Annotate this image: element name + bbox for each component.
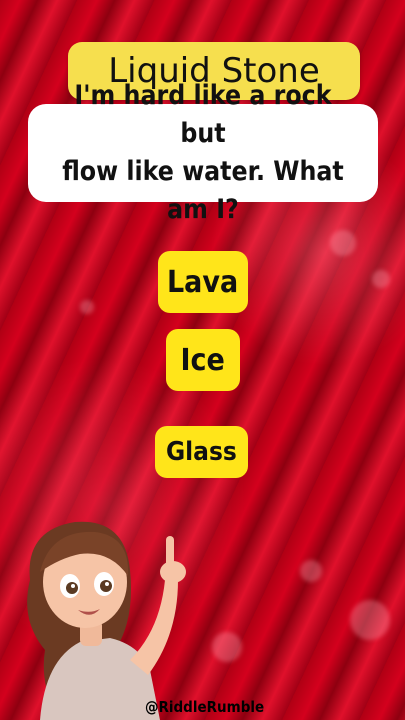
bokeh-light bbox=[330, 230, 356, 256]
answer-option-label: Glass bbox=[166, 437, 237, 467]
answer-option-lava[interactable]: Lava bbox=[158, 251, 248, 313]
answer-option-ice[interactable]: Ice bbox=[166, 329, 240, 391]
channel-watermark: @RiddleRumble bbox=[145, 698, 265, 716]
bokeh-light bbox=[300, 560, 322, 582]
bokeh-light bbox=[80, 300, 94, 314]
girl-character-illustration bbox=[27, 521, 186, 720]
question-card: I'm hard like a rock but flow like water… bbox=[28, 80, 378, 225]
answer-option-label: Lava bbox=[167, 264, 239, 300]
answer-option-glass[interactable]: Glass bbox=[155, 426, 248, 478]
bokeh-light bbox=[372, 270, 390, 288]
riddle-question: I'm hard like a rock but flow like water… bbox=[62, 80, 344, 225]
bokeh-light bbox=[350, 600, 390, 640]
answer-option-label: Ice bbox=[180, 342, 226, 378]
